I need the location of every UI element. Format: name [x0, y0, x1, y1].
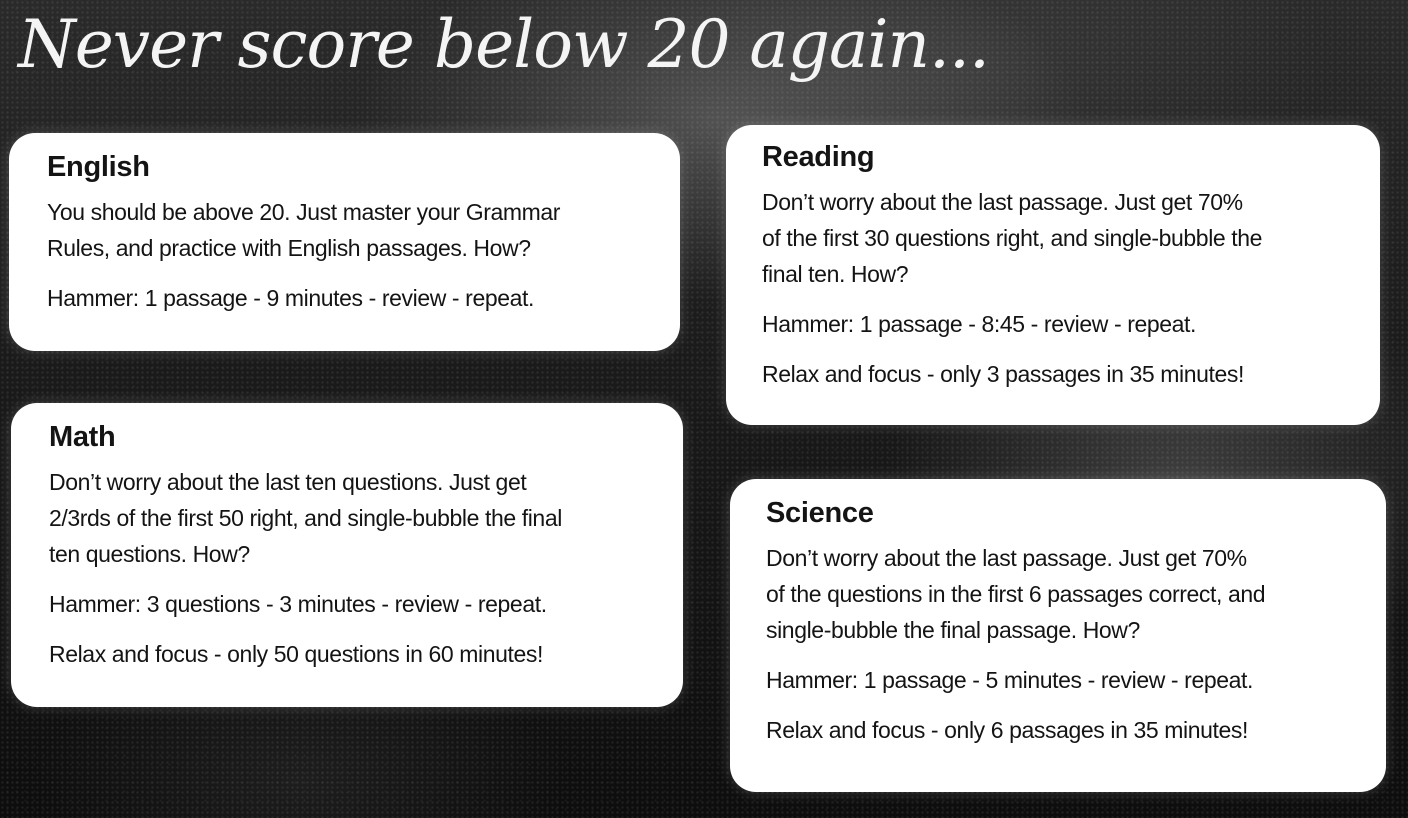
reading-card-line: Don’t worry about the last passage. Just…	[762, 189, 1243, 215]
science-card-hammer: Hammer: 1 passage - 5 minutes - review -…	[766, 667, 1253, 693]
science-card-line: of the questions in the first 6 passages…	[766, 581, 1266, 607]
math-card-line: Don’t worry about the last ten questions…	[49, 469, 527, 495]
reading-card-relax: Relax and focus - only 3 passages in 35 …	[762, 361, 1244, 387]
science-card-line: single-bubble the final passage. How?	[766, 617, 1140, 643]
english-card-line: Rules, and practice with English passage…	[47, 235, 531, 261]
science-card-title: Science	[766, 497, 874, 529]
math-card-relax: Relax and focus - only 50 questions in 6…	[49, 641, 543, 667]
math-card-line: 2/3rds of the first 50 right, and single…	[49, 505, 562, 531]
math-card: Math Don’t worry about the last ten ques…	[11, 403, 683, 707]
science-card-line: Don’t worry about the last passage. Just…	[766, 545, 1247, 571]
english-card-title: English	[47, 151, 150, 183]
english-card: English You should be above 20. Just mas…	[9, 133, 680, 351]
reading-card-title: Reading	[762, 141, 875, 173]
reading-card-hammer: Hammer: 1 passage - 8:45 - review - repe…	[762, 311, 1197, 337]
english-card-hammer: Hammer: 1 passage - 9 minutes - review -…	[47, 285, 534, 311]
english-card-line: You should be above 20. Just master your…	[47, 199, 561, 225]
math-card-title: Math	[49, 421, 116, 453]
page-headline: Never score below 20 again...	[18, 6, 990, 83]
math-card-line: ten questions. How?	[49, 541, 250, 567]
reading-card-line: final ten. How?	[762, 261, 909, 287]
reading-card: Reading Don’t worry about the last passa…	[726, 125, 1380, 425]
science-card-relax: Relax and focus - only 6 passages in 35 …	[766, 717, 1248, 743]
math-card-hammer: Hammer: 3 questions - 3 minutes - review…	[49, 591, 547, 617]
science-card: Science Don’t worry about the last passa…	[730, 479, 1386, 792]
reading-card-line: of the first 30 questions right, and sin…	[762, 225, 1263, 251]
